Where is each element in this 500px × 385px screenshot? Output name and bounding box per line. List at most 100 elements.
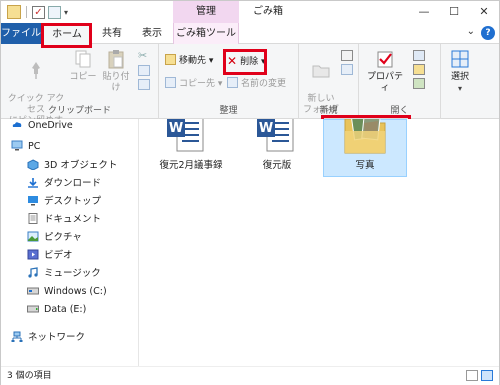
photo-folder-icon (344, 119, 386, 154)
word-document-icon: W (167, 119, 204, 152)
file-name: 復元2月議事録 (159, 160, 223, 171)
context-tab-header: 管理 (173, 1, 239, 23)
music-icon (28, 267, 38, 278)
nav-item-windows-c[interactable]: Windows (C:) (27, 283, 107, 301)
chevron-down-icon[interactable]: ▾ (64, 8, 68, 17)
select-grid-icon (451, 50, 469, 68)
nav-item-pc[interactable]: PC (11, 138, 40, 156)
nav-item-pictures[interactable]: ピクチャ (27, 229, 82, 247)
chevron-down-icon[interactable]: ⌄ (467, 26, 475, 40)
paste-button[interactable]: 貼り付け (99, 49, 133, 94)
details-view-icon[interactable] (466, 370, 478, 381)
tab-recycle-bin-tools[interactable]: ごみ箱ツール (173, 23, 239, 44)
qat-separator (26, 6, 27, 18)
nav-item-label: ミュージック (44, 268, 101, 279)
document-icon (28, 213, 38, 224)
nav-item-label: ネットワーク (28, 332, 86, 343)
copy-path-icon[interactable] (138, 65, 150, 76)
copy-to-button[interactable]: コピー先 ▾ (165, 77, 222, 92)
desktop-icon (28, 196, 38, 206)
file-name: 写真 (355, 160, 375, 171)
new-folder-icon (312, 65, 330, 78)
pin-icon (32, 62, 40, 79)
file-item-word-2[interactable]: W 復元版 (237, 119, 317, 177)
file-name: 復元版 (262, 160, 292, 171)
edit-icon[interactable] (413, 64, 425, 75)
open-icon[interactable] (413, 50, 425, 61)
checkmark-icon[interactable]: ✓ (32, 5, 45, 19)
nav-item-onedrive[interactable]: OneDrive (11, 119, 73, 135)
select-label: 選択 (450, 72, 469, 82)
window-title: ごみ箱 (253, 6, 283, 17)
select-button[interactable]: 選択 ▾ (443, 49, 477, 94)
folder-item-photos[interactable]: 写真 (323, 119, 407, 177)
close-button[interactable]: ✕ (469, 1, 499, 23)
nav-item-music[interactable]: ミュージック (27, 265, 101, 283)
cut-icon[interactable]: ✂ (138, 50, 154, 62)
open-group: プロパティ 開く (359, 44, 441, 119)
cube-icon (27, 159, 39, 170)
title-bar: ✓ ▾ 管理 ごみ箱 — ☐ ✕ (1, 1, 499, 23)
ribbon-right-controls: ⌄ ? (467, 26, 495, 40)
blank-page-icon[interactable] (48, 5, 61, 19)
nav-item-3d-objects[interactable]: 3D オブジェクト (27, 157, 117, 175)
nav-item-videos[interactable]: ビデオ (27, 247, 73, 265)
nav-item-label: Data (E:) (44, 304, 87, 315)
nav-item-downloads[interactable]: ダウンロード (27, 175, 101, 193)
copy-to-icon (165, 77, 176, 88)
tab-share[interactable]: 共有 (93, 23, 131, 44)
drive-icon (27, 287, 39, 295)
computer-icon (11, 140, 23, 151)
help-icon[interactable]: ? (481, 26, 495, 40)
rename-icon (227, 77, 238, 88)
organize-group-label: 整理 (219, 106, 238, 116)
file-item-word-1[interactable]: W 復元2月議事録 (151, 119, 231, 177)
move-to-label: 移動先 (179, 56, 207, 66)
item-count: 3 個の項目 (7, 371, 52, 381)
rename-button[interactable]: 名前の変更 (227, 77, 286, 92)
drive-icon (27, 305, 39, 313)
paste-shortcut-icon[interactable] (138, 79, 150, 90)
new-item-icon[interactable] (341, 50, 353, 61)
word-document-icon: W (257, 119, 294, 152)
nav-item-label: ビデオ (44, 250, 73, 261)
view-toggle (466, 370, 493, 381)
nav-item-network[interactable]: ネットワーク (11, 329, 85, 347)
nav-item-label: ドキュメント (44, 214, 102, 225)
easy-access-icon[interactable] (341, 64, 353, 75)
clipboard-small-icons: ✂ (138, 50, 154, 90)
nav-item-documents[interactable]: ドキュメント (27, 211, 101, 229)
file-list-area: W 復元2月議事録 W 復元版 写真 (139, 119, 499, 366)
history-icon[interactable] (413, 78, 425, 89)
rename-label: 名前の変更 (241, 79, 287, 89)
clipboard-group-label: クリップボード (47, 106, 111, 116)
quick-access-toolbar: ✓ ▾ (7, 5, 68, 19)
nav-item-data-e[interactable]: Data (E:) (27, 301, 86, 319)
cloud-icon (12, 122, 22, 127)
explorer-window: ✓ ▾ 管理 ごみ箱 — ☐ ✕ ファイル ホーム 共有 表示 ごみ箱ツール ⌄… (0, 0, 500, 385)
nav-item-desktop[interactable]: デスクトップ (27, 193, 101, 211)
svg-text:W: W (169, 121, 183, 136)
open-small-icons (413, 50, 425, 89)
nav-item-label: OneDrive (28, 120, 73, 131)
copy-icon (75, 50, 91, 68)
new-group: 新しい フォルダー 新規 (299, 44, 359, 126)
minimize-button[interactable]: — (409, 1, 439, 23)
copy-button[interactable]: コピー (69, 49, 97, 83)
tab-view[interactable]: 表示 (133, 23, 171, 44)
picture-icon (27, 231, 39, 242)
status-bar: 3 個の項目 (1, 366, 499, 385)
new-item-icons (341, 50, 353, 75)
properties-button[interactable]: プロパティ (363, 49, 407, 94)
tab-file[interactable]: ファイル (1, 23, 41, 44)
large-icons-view-icon[interactable] (481, 370, 493, 381)
download-icon (28, 178, 38, 188)
nav-item-label: ピクチャ (44, 232, 82, 243)
paste-label: 貼り付け (102, 72, 130, 93)
maximize-button[interactable]: ☐ (439, 1, 469, 23)
properties-icon (377, 51, 393, 68)
highlight-delete-button (223, 49, 267, 75)
nav-item-label: ダウンロード (44, 178, 102, 189)
nav-item-label: Windows (C:) (44, 286, 107, 297)
move-to-button[interactable]: 移動先 ▾ (165, 54, 213, 69)
